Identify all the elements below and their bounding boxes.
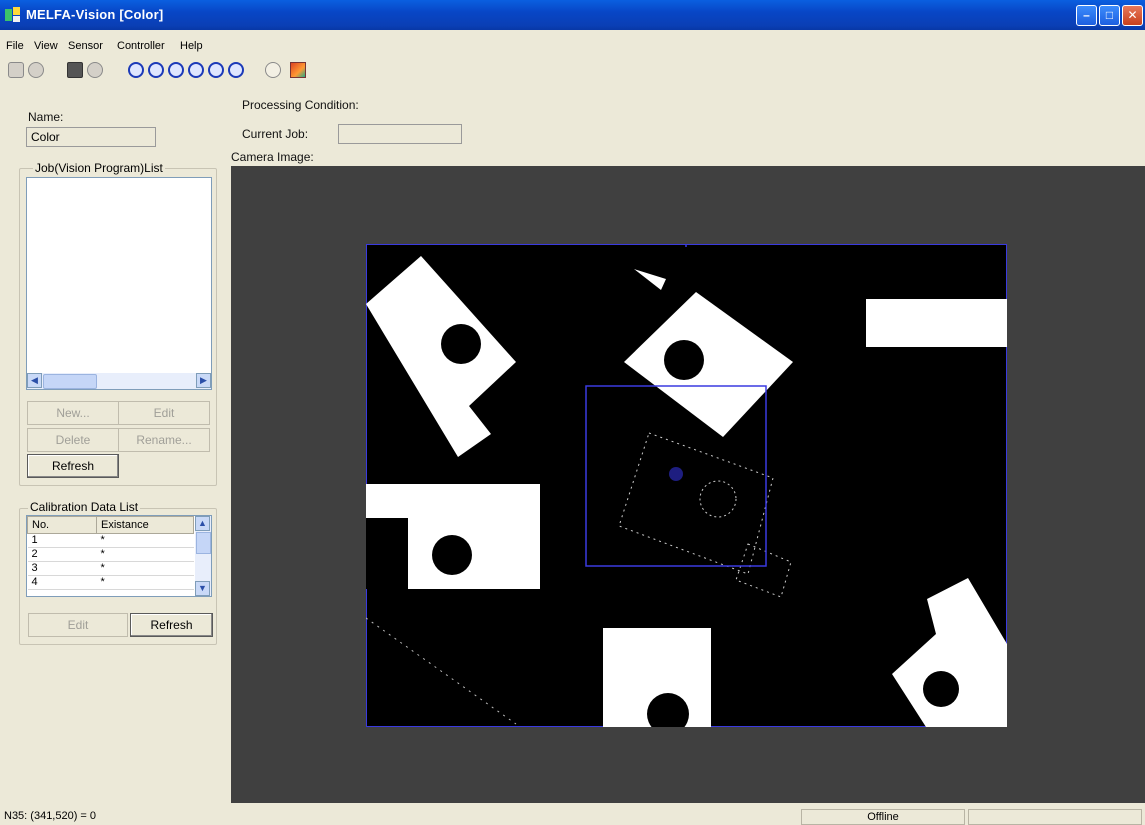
status-connection: Offline (801, 809, 965, 825)
scroll-left-icon[interactable]: ◀ (27, 373, 42, 388)
job-listbox[interactable] (26, 177, 212, 390)
table-row[interactable]: 1 * (27, 533, 194, 548)
zoom-reset-icon[interactable] (228, 62, 244, 78)
refresh-job-button[interactable]: Refresh (27, 454, 119, 478)
window-title: MELFA-Vision [Color] (26, 7, 164, 22)
table-row[interactable]: 3 * (27, 561, 194, 576)
table-row[interactable]: 2 * (27, 547, 194, 562)
new-button[interactable]: New... (27, 401, 119, 425)
menu-controller[interactable]: Controller (117, 40, 165, 52)
zoom-fit-icon[interactable] (168, 62, 184, 78)
processing-condition-label: Processing Condition: (242, 98, 359, 112)
toolbar (0, 58, 1145, 84)
calibration-table-box[interactable]: No. Existance 1 * 2 * 3 * 4 * ▲ ▼ (26, 515, 212, 597)
scroll-down-icon[interactable]: ▼ (195, 581, 210, 596)
calibration-table: No. Existance 1 * 2 * 3 * 4 * (27, 516, 194, 590)
menu-file[interactable]: File (6, 40, 24, 52)
app-icon (5, 7, 20, 22)
scroll-right-icon[interactable]: ▶ (196, 373, 211, 388)
menu-view[interactable]: View (34, 40, 58, 52)
zoom-out-icon[interactable] (148, 62, 164, 78)
column-no[interactable]: No. (27, 516, 97, 534)
job-list-title: Job(Vision Program)List (33, 161, 165, 175)
calibration-scrollbar[interactable]: ▲ ▼ (195, 516, 211, 596)
status-bar: N35: (341,520) = 0 Offline (0, 806, 1145, 825)
minimize-button[interactable]: – (1076, 5, 1097, 26)
name-label: Name: (28, 110, 64, 124)
current-job-field (338, 124, 462, 144)
edit-job-button[interactable]: Edit (118, 401, 210, 425)
job-list-scrollbar[interactable]: ◀ ▶ (27, 373, 211, 389)
title-bar: MELFA-Vision [Color] – □ ✕ (0, 0, 1145, 30)
table-row[interactable]: 4 * (27, 575, 194, 590)
column-existance[interactable]: Existance (96, 516, 194, 534)
scroll-up-icon[interactable]: ▲ (195, 516, 210, 531)
zoom-in-icon[interactable] (128, 62, 144, 78)
image-icon[interactable] (290, 62, 306, 78)
calibration-header-row: No. Existance (27, 516, 194, 534)
zoom-actual-icon[interactable] (188, 62, 204, 78)
close-button[interactable]: ✕ (1122, 5, 1143, 26)
scroll-thumb[interactable] (196, 532, 211, 554)
find-icon[interactable] (265, 62, 281, 78)
row-exists: * (96, 561, 194, 576)
current-job-label: Current Job: (242, 127, 309, 141)
calibration-title: Calibration Data List (28, 500, 141, 514)
row-exists: * (96, 547, 194, 562)
zoom-window-icon[interactable] (208, 62, 224, 78)
camera-icon[interactable] (67, 62, 83, 78)
row-no: 4 (27, 575, 97, 590)
maximize-button[interactable]: □ (1099, 5, 1120, 26)
refresh-calibration-button[interactable]: Refresh (130, 613, 213, 637)
scroll-thumb[interactable] (43, 374, 97, 389)
row-no: 3 (27, 561, 97, 576)
menu-bar: File View Sensor Controller Help (0, 38, 1145, 56)
camera-image-label: Camera Image: (231, 150, 314, 164)
rename-button[interactable]: Rename... (118, 428, 210, 452)
menu-help[interactable]: Help (180, 40, 203, 52)
stop-icon[interactable] (28, 62, 44, 78)
menu-sensor[interactable]: Sensor (68, 40, 103, 52)
select-icon[interactable] (8, 62, 24, 78)
row-no: 2 (27, 547, 97, 562)
edit-calibration-button[interactable]: Edit (28, 613, 128, 637)
refresh-icon[interactable] (87, 62, 103, 78)
row-no: 1 (27, 533, 97, 548)
blob-top-right (866, 299, 1007, 347)
row-exists: * (96, 533, 194, 548)
name-field: Color (26, 127, 156, 147)
row-exists: * (96, 575, 194, 590)
camera-image[interactable] (366, 244, 1007, 727)
status-pane-extra (968, 809, 1142, 825)
delete-button[interactable]: Delete (27, 428, 119, 452)
status-coordinates: N35: (341,520) = 0 (4, 810, 97, 822)
